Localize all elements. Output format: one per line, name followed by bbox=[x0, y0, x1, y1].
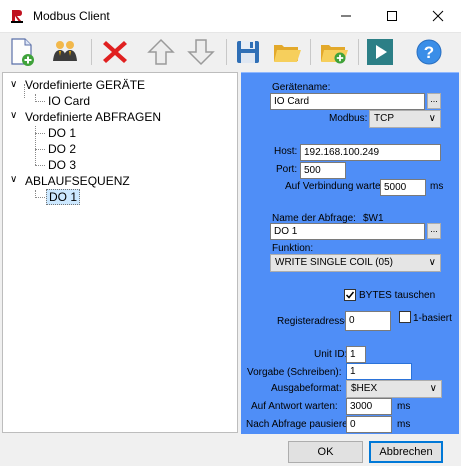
new-document-button[interactable] bbox=[5, 35, 39, 69]
save-icon bbox=[237, 41, 259, 63]
move-down-button[interactable] bbox=[184, 35, 218, 69]
properties-panel: Gerätename: IO Card ... Modbus: TCP ∨ Ho… bbox=[241, 72, 459, 434]
modbus-select-value: TCP bbox=[374, 113, 394, 124]
close-button[interactable] bbox=[415, 0, 461, 32]
open-folder-button[interactable] bbox=[270, 35, 304, 69]
bytes-swap-label: BYTES tauschen bbox=[359, 290, 436, 301]
modbus-select[interactable]: TCP ∨ bbox=[369, 110, 441, 128]
new-folder-button[interactable] bbox=[317, 35, 351, 69]
arrow-up-icon bbox=[147, 38, 175, 65]
save-button[interactable] bbox=[231, 35, 265, 69]
tree-item-do2[interactable]: DO 2 bbox=[48, 142, 76, 156]
run-button[interactable] bbox=[363, 35, 397, 69]
move-up-button[interactable] bbox=[144, 35, 178, 69]
maximize-button[interactable] bbox=[369, 0, 415, 32]
connection-wait-label: Auf Verbindung warten: bbox=[285, 181, 389, 192]
output-format-value: $HEX bbox=[351, 383, 378, 394]
users-button[interactable] bbox=[48, 35, 82, 69]
expand-caret-icon[interactable]: ∨ bbox=[10, 79, 17, 90]
unit-id-label: Unit ID: bbox=[314, 349, 348, 360]
function-select-value: WRITE SINGLE COIL (05) bbox=[275, 257, 393, 268]
delete-button[interactable] bbox=[98, 35, 132, 69]
bytes-swap-checkbox[interactable] bbox=[344, 289, 356, 301]
help-icon: ? bbox=[416, 39, 442, 65]
query-name-field[interactable]: DO 1 bbox=[270, 223, 425, 240]
device-name-label: Gerätename: bbox=[272, 82, 331, 93]
connection-wait-unit: ms bbox=[430, 181, 444, 192]
host-field[interactable]: 192.168.100.249 bbox=[300, 144, 441, 161]
write-value-label: Vorgabe (Schreiben): bbox=[247, 367, 342, 378]
chevron-down-icon: ∨ bbox=[429, 383, 437, 394]
run-icon bbox=[367, 39, 393, 65]
chevron-down-icon: ∨ bbox=[428, 257, 436, 268]
tree-item-io-card[interactable]: IO Card bbox=[48, 94, 90, 108]
tree-group-sequence[interactable]: ABLAUFSEQUENZ bbox=[25, 174, 130, 188]
query-browse-button[interactable]: ... bbox=[427, 223, 441, 239]
checkmark-icon bbox=[345, 291, 355, 299]
title-bar[interactable]: Modbus Client bbox=[0, 0, 461, 33]
new-folder-icon bbox=[321, 45, 348, 64]
delete-icon bbox=[103, 41, 127, 63]
tree-item-do3[interactable]: DO 3 bbox=[48, 158, 76, 172]
expand-caret-icon[interactable]: ∨ bbox=[10, 174, 17, 185]
pause-after-query-field[interactable]: 0 bbox=[346, 416, 392, 433]
chevron-down-icon: ∨ bbox=[428, 113, 436, 124]
unit-id-field[interactable]: 1 bbox=[346, 346, 366, 363]
output-format-label: Ausgabeformat: bbox=[271, 383, 342, 394]
tree-item-sequence-do1-selected[interactable]: DO 1 bbox=[46, 189, 81, 205]
function-label: Funktion: bbox=[272, 243, 314, 254]
response-wait-field[interactable]: 3000 bbox=[346, 398, 392, 415]
modbus-label: Modbus: bbox=[329, 113, 368, 124]
window-title: Modbus Client bbox=[33, 9, 110, 23]
toolbar-separator bbox=[91, 39, 92, 65]
port-field[interactable]: 500 bbox=[300, 162, 346, 179]
port-label: Port: bbox=[276, 164, 298, 175]
toolbar-separator bbox=[310, 39, 311, 65]
new-document-icon bbox=[11, 38, 34, 66]
register-address-label: Registeradresse: bbox=[277, 316, 353, 327]
device-browse-button[interactable]: ... bbox=[427, 93, 441, 109]
host-label: Host: bbox=[274, 146, 298, 157]
register-address-field[interactable]: 0 bbox=[345, 311, 391, 331]
connection-wait-field[interactable]: 5000 bbox=[380, 179, 426, 196]
expand-caret-icon[interactable]: ∨ bbox=[10, 110, 17, 121]
minimize-button[interactable] bbox=[323, 0, 369, 32]
device-name-field[interactable]: IO Card bbox=[270, 93, 425, 110]
toolbar-separator bbox=[226, 39, 227, 65]
one-based-checkbox[interactable] bbox=[399, 311, 411, 323]
output-format-select[interactable]: $HEX ∨ bbox=[346, 380, 442, 398]
toolbar: ? bbox=[0, 33, 461, 71]
tree-group-devices[interactable]: Vordefinierte GERÄTE bbox=[25, 78, 145, 92]
ok-button[interactable]: OK bbox=[288, 441, 363, 463]
help-button[interactable]: ? bbox=[412, 35, 446, 69]
arrow-down-icon bbox=[187, 39, 215, 66]
pause-after-query-label: Nach Abfrage pausieren: bbox=[246, 419, 357, 430]
users-icon bbox=[53, 41, 77, 61]
cancel-button[interactable]: Abbrechen bbox=[369, 441, 443, 463]
one-based-label: 1-basiert bbox=[413, 313, 452, 324]
svg-text:?: ? bbox=[424, 43, 434, 62]
tree-view[interactable]: ∨ Vordefinierte GERÄTE IO Card ∨ Vordefi… bbox=[2, 72, 238, 433]
response-wait-unit: ms bbox=[397, 401, 411, 412]
response-wait-label: Auf Antwort warten: bbox=[251, 401, 338, 412]
pause-after-query-unit: ms bbox=[397, 419, 411, 430]
open-folder-icon bbox=[274, 45, 301, 62]
app-logo-icon bbox=[9, 8, 25, 24]
write-value-field[interactable]: 1 bbox=[346, 363, 412, 380]
tree-group-queries[interactable]: Vordefinierte ABFRAGEN bbox=[25, 110, 161, 124]
function-select[interactable]: WRITE SINGLE COIL (05) ∨ bbox=[270, 254, 441, 272]
toolbar-separator bbox=[358, 39, 359, 65]
tree-item-do1[interactable]: DO 1 bbox=[48, 126, 76, 140]
